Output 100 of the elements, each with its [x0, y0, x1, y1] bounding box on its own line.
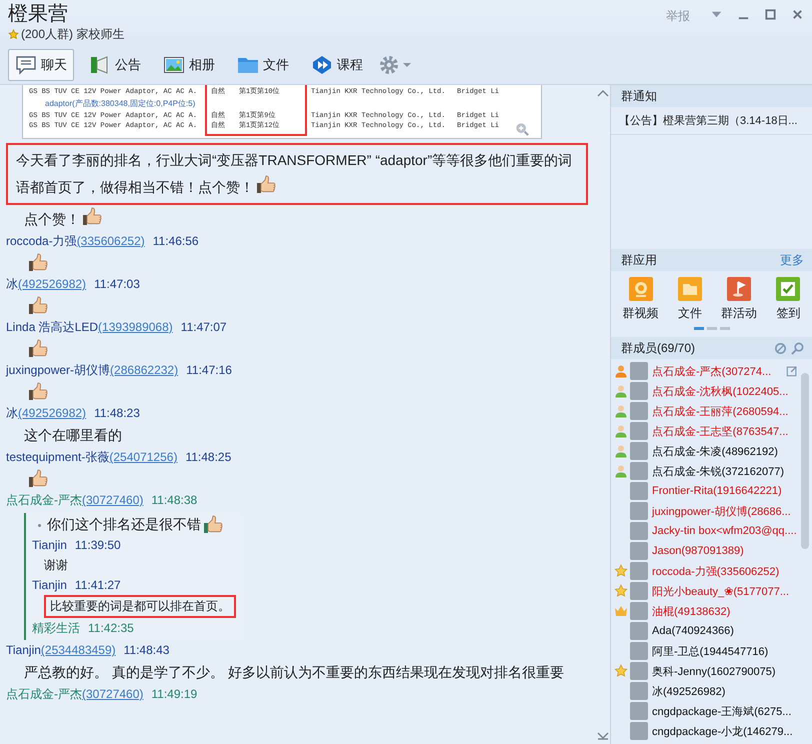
- member-item[interactable]: 点石成金-沈秋枫(1022405...: [614, 381, 798, 401]
- toolbar-tab[interactable]: 文件: [230, 49, 296, 81]
- zoom-in-icon[interactable]: [515, 122, 529, 136]
- member-item[interactable]: 冰(492526982): [614, 681, 798, 701]
- member-name: 点石成金-朱凌(48962192): [652, 444, 778, 458]
- member-item[interactable]: Jason(987091389): [614, 541, 798, 561]
- member-item[interactable]: Ada(740924366): [614, 621, 798, 641]
- member-item[interactable]: 点石成金-严杰(307274...: [614, 361, 798, 381]
- toolbar-tab[interactable]: 公告: [82, 49, 148, 81]
- member-name: 点石成金-王志坚(8763547...: [652, 424, 788, 438]
- avatar-placeholder: [630, 582, 648, 600]
- message-time: 11:49:19: [151, 687, 198, 701]
- sender-name: 冰: [6, 277, 18, 291]
- message-time: 11:47:03: [94, 277, 140, 291]
- avatar-placeholder: [630, 502, 648, 520]
- member-name: 点石成金-朱锐(372162077): [652, 464, 784, 478]
- section-title: 群应用: [621, 252, 657, 268]
- section-title: 群通知: [621, 88, 657, 104]
- qq-number-link[interactable]: (2534483459): [40, 643, 116, 657]
- thumbs-up-icon: [28, 296, 48, 316]
- sender-name: Tianjin: [6, 643, 41, 657]
- member-item[interactable]: juxingpower-胡仪博(28686...: [614, 501, 798, 521]
- chat-bubble-icon: [15, 54, 37, 76]
- window-title: 橙果营: [8, 2, 69, 26]
- member-item[interactable]: Frontier-Rita(1916642221): [614, 481, 798, 501]
- search-icon[interactable]: [791, 342, 804, 354]
- member-name: Frontier-Rita(1916642221): [652, 485, 782, 497]
- message-time: 11:48:43: [124, 643, 170, 657]
- more-link[interactable]: 更多: [780, 252, 804, 268]
- member-name: Jason(987091389): [652, 545, 744, 557]
- flag-icon: [727, 277, 752, 301]
- member-item[interactable]: 点石成金-朱锐(372162077): [614, 461, 798, 481]
- qq-number-link[interactable]: (30727460): [82, 493, 144, 507]
- thumbs-up-icon: [28, 339, 48, 359]
- member-name: cngdpackage-小龙(146279...: [652, 724, 793, 738]
- member-item[interactable]: 点石成金-朱凌(48962192): [614, 441, 798, 461]
- settings-button[interactable]: [378, 54, 411, 76]
- member-name: 点石成金-严杰(307274...: [652, 364, 772, 378]
- scrollbar-thumb[interactable]: [801, 373, 809, 549]
- maximize-icon[interactable]: [764, 8, 777, 21]
- member-item[interactable]: 点石成金-王志坚(8763547...: [614, 421, 798, 441]
- report-link[interactable]: 举报: [666, 8, 690, 25]
- qq-number-link[interactable]: (254071256): [109, 450, 178, 464]
- close-icon[interactable]: [791, 8, 804, 21]
- webcam-icon: [628, 277, 653, 301]
- qq-number-link[interactable]: (286862232): [110, 363, 178, 377]
- app-button[interactable]: 签到: [776, 277, 800, 322]
- sender-name: testequipment-张薇: [6, 450, 110, 464]
- member-item[interactable]: roccoda-力强(335606252): [614, 561, 798, 581]
- qq-number-link[interactable]: (1393989068): [98, 320, 173, 334]
- app-button[interactable]: 文件: [678, 277, 702, 322]
- thumbs-up-icon: [28, 382, 48, 402]
- toolbar-tab[interactable]: 相册: [156, 49, 222, 81]
- avatar-placeholder: [630, 662, 648, 680]
- member-item[interactable]: 奥科-Jenny(1602790075): [614, 661, 798, 681]
- toolbar-tab[interactable]: 聊天: [8, 49, 74, 81]
- folder-icon: [678, 277, 702, 301]
- member-name: 点石成金-沈秋枫(1022405...: [652, 384, 788, 398]
- checkmark-icon: [776, 277, 800, 301]
- member-item[interactable]: 油棍(49138632): [614, 601, 798, 621]
- member-item[interactable]: 阳光小beauty_❀(5177077...: [614, 581, 798, 601]
- member-item[interactable]: cngdpackage-小龙(146279...: [614, 721, 798, 741]
- avatar-placeholder: [630, 722, 648, 740]
- thumbs-up-icon: [28, 469, 48, 489]
- sender-name: 冰: [6, 406, 18, 420]
- announcement-item[interactable]: 【公告】橙果营第三期（3.14-18日...: [611, 107, 812, 135]
- member-item[interactable]: 阿里-卫总(1944547716): [614, 641, 798, 661]
- app-button[interactable]: 群活动: [721, 277, 758, 322]
- member-item[interactable]: Jacky-tin box<wfm203@qq....: [614, 521, 798, 541]
- member-name: 油棍(49138632): [652, 604, 730, 618]
- message-text: 这个在哪里看的: [23, 426, 123, 445]
- qq-number-link[interactable]: (335606252): [76, 234, 145, 248]
- edit-icon[interactable]: [786, 365, 798, 377]
- qq-number-link[interactable]: (492526982): [18, 277, 86, 291]
- scroll-down-icon[interactable]: [597, 732, 609, 740]
- message-time: 11:46:56: [152, 234, 199, 248]
- avatar-placeholder: [630, 422, 648, 440]
- message-time: 11:47:07: [180, 320, 227, 334]
- message-time: 11:39:50: [74, 538, 121, 552]
- member-item[interactable]: cngdpackage-王海斌(6275...: [614, 701, 798, 721]
- avatar-placeholder: [630, 562, 648, 580]
- qq-number-link[interactable]: (492526982): [18, 406, 86, 420]
- quoted-text: 你们这个排名还是很不错: [47, 516, 201, 534]
- avatar-placeholder: [630, 702, 648, 720]
- app-button[interactable]: 群视频: [622, 277, 659, 322]
- member-name: 阳光小beauty_❀(5177077...: [652, 584, 790, 598]
- scroll-up-icon[interactable]: [597, 89, 609, 97]
- member-name: 点石成金-王丽萍(2680594...: [652, 404, 788, 418]
- avatar-placeholder: [630, 522, 648, 540]
- avatar-placeholder: [630, 482, 648, 500]
- member-name: 阿里-卫总(1944547716): [652, 644, 768, 658]
- member-item[interactable]: 点石成金-王丽萍(2680594...: [614, 401, 798, 421]
- caret-icon: [403, 61, 411, 69]
- quoted-text: 比较重要的词是都可以排在首页。: [44, 595, 236, 618]
- toolbar-tab[interactable]: 课程: [304, 49, 370, 81]
- quoted-text: 谢谢: [44, 556, 68, 574]
- sender-name: 点石成金-严杰: [6, 687, 82, 701]
- qq-number-link[interactable]: (30727460): [82, 687, 144, 701]
- gear-icon: [378, 54, 400, 76]
- avatar-placeholder: [630, 442, 648, 460]
